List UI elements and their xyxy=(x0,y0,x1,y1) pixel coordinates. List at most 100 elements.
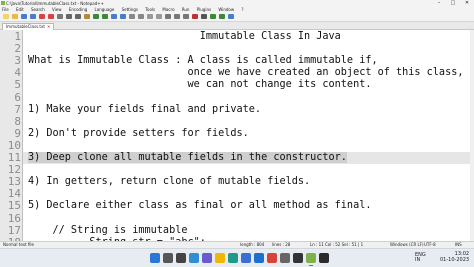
menu-language[interactable]: Language xyxy=(95,7,115,12)
editor-line[interactable]: we can not change its content. xyxy=(23,79,474,91)
editor-line[interactable]: once we have created an object of this c… xyxy=(23,67,474,79)
line-number: 5 xyxy=(14,78,21,92)
menu-window[interactable]: Window xyxy=(218,7,234,12)
widgets-icon[interactable] xyxy=(189,253,199,263)
mail-icon[interactable] xyxy=(254,253,264,263)
line-text: // String is immutable xyxy=(28,224,188,236)
macro-record-icon[interactable] xyxy=(192,14,198,19)
menu-view[interactable]: View xyxy=(52,7,62,12)
menu-plugins[interactable]: Plugins xyxy=(197,7,211,12)
edge-icon[interactable] xyxy=(228,253,238,263)
line-number: 15 xyxy=(7,199,21,213)
toolbar xyxy=(0,13,474,22)
text-editor[interactable]: Immutable Class In Java What is Immutable… xyxy=(22,30,474,241)
find-icon[interactable] xyxy=(111,14,117,19)
sync-v-icon[interactable] xyxy=(147,14,153,19)
line-number-gutter: 123456789101112131415161718 xyxy=(0,30,22,248)
menu-search[interactable]: Search xyxy=(31,7,45,12)
task-view-icon[interactable] xyxy=(176,253,186,263)
word-wrap-icon[interactable] xyxy=(165,14,171,19)
camera-icon[interactable] xyxy=(293,253,303,263)
macro-save-icon[interactable] xyxy=(228,14,234,19)
replace-icon[interactable] xyxy=(120,14,126,19)
editor-line[interactable]: 5) Declare either class as final or all … xyxy=(23,200,474,212)
search-icon[interactable] xyxy=(163,253,173,263)
editor-line[interactable]: What is Immutable Class : A class is cal… xyxy=(23,55,474,67)
redo-icon[interactable] xyxy=(102,14,108,19)
editor-line[interactable]: 2) Don't provide setters for fields. xyxy=(23,128,474,140)
line-text: 3) Deep clone all mutable fields in the … xyxy=(28,152,347,164)
tab-close-icon[interactable]: ✕ xyxy=(47,24,50,29)
tray-date: 01-10-2023 xyxy=(440,257,470,263)
selected-text: 3) Deep clone all mutable fields in the … xyxy=(28,152,347,163)
indent-guide-icon[interactable] xyxy=(183,14,189,19)
line-text: Immutable Class In Java xyxy=(28,31,341,42)
minimize-button[interactable]: – xyxy=(432,0,446,7)
close-window-button[interactable]: ✕ xyxy=(460,0,474,7)
print-icon[interactable] xyxy=(57,14,63,19)
save-all-icon[interactable] xyxy=(30,14,36,19)
menu-settings[interactable]: Settings xyxy=(122,7,138,12)
menu-file[interactable]: File xyxy=(2,7,9,12)
line-number: 8 xyxy=(14,114,21,128)
menu-encoding[interactable]: Encoding xyxy=(69,7,87,12)
sync-h-icon[interactable] xyxy=(156,14,162,19)
editor-line[interactable] xyxy=(23,43,474,55)
new-file-icon[interactable] xyxy=(3,14,9,19)
editor-line[interactable]: // String is immutable xyxy=(23,225,474,237)
editor-line[interactable]: 4) In getters, return clone of mutable f… xyxy=(23,176,474,188)
menu-help[interactable]: ? xyxy=(241,7,243,12)
line-text: we can not change its content. xyxy=(28,79,372,91)
title-bar: C:\Java\Tutorial\ImmutableClass.txt - No… xyxy=(0,0,474,7)
tab-immutableclass[interactable]: ImmutableClass.txt ✕ xyxy=(2,23,55,30)
all-chars-icon[interactable] xyxy=(174,14,180,19)
editor-line[interactable]: 3) Deep clone all mutable fields in the … xyxy=(23,152,474,164)
tab-bar: ImmutableClass.txt ✕ xyxy=(0,22,474,30)
close-icon[interactable] xyxy=(39,14,45,19)
menu-tools[interactable]: Tools xyxy=(145,7,155,12)
editor-line[interactable] xyxy=(23,188,474,200)
macro-run-icon[interactable] xyxy=(219,14,225,19)
zoom-out-icon[interactable] xyxy=(138,14,144,19)
macro-stop-icon[interactable] xyxy=(201,14,207,19)
open-file-icon[interactable] xyxy=(12,14,18,19)
tray-language[interactable]: ENG IN xyxy=(415,253,426,263)
maximize-button[interactable]: □ xyxy=(446,0,460,7)
menu-run[interactable]: Run xyxy=(182,7,190,12)
copy-icon[interactable] xyxy=(75,14,81,19)
settings-icon[interactable] xyxy=(280,253,290,263)
terminal-icon[interactable] xyxy=(319,253,329,263)
zoom-in-icon[interactable] xyxy=(129,14,135,19)
store-icon[interactable] xyxy=(241,253,251,263)
window-title: C:\Java\Tutorial\ImmutableClass.txt - No… xyxy=(6,1,104,6)
editor-line[interactable] xyxy=(23,92,474,104)
editor-line[interactable] xyxy=(23,140,474,152)
editor-line[interactable] xyxy=(23,213,474,225)
notepadpp-icon[interactable] xyxy=(306,253,316,266)
file-explorer-icon[interactable] xyxy=(215,253,225,263)
vertical-scrollbar[interactable] xyxy=(470,30,474,241)
editor-line[interactable]: 1) Make your fields final and private. xyxy=(23,104,474,116)
close-all-icon[interactable] xyxy=(48,14,54,19)
taskbar: ENG IN 13:02 01-10-2023 xyxy=(0,248,474,267)
editor-line[interactable] xyxy=(23,116,474,128)
menu-edit[interactable]: Edit xyxy=(16,7,24,12)
chat-icon[interactable] xyxy=(202,253,212,263)
undo-icon[interactable] xyxy=(93,14,99,19)
chrome-icon[interactable] xyxy=(267,253,277,263)
menu-macro[interactable]: Macro xyxy=(162,7,174,12)
line-text: 2) Don't provide setters for fields. xyxy=(28,127,249,139)
line-number: 9 xyxy=(14,126,21,140)
windows-start-icon[interactable] xyxy=(150,253,160,263)
save-icon[interactable] xyxy=(21,14,27,19)
editor-line[interactable]: Immutable Class In Java xyxy=(23,31,474,43)
cut-icon[interactable] xyxy=(66,14,72,19)
line-number: 17 xyxy=(7,223,21,237)
status-bar: Normal text file length : 804 lines : 28… xyxy=(0,241,474,248)
paste-icon[interactable] xyxy=(84,14,90,19)
editor-line[interactable] xyxy=(23,164,474,176)
line-number: 6 xyxy=(14,90,21,104)
window-controls: – □ ✕ xyxy=(432,0,474,7)
macro-play-icon[interactable] xyxy=(210,14,216,19)
tray-clock[interactable]: 13:02 01-10-2023 xyxy=(440,252,469,263)
